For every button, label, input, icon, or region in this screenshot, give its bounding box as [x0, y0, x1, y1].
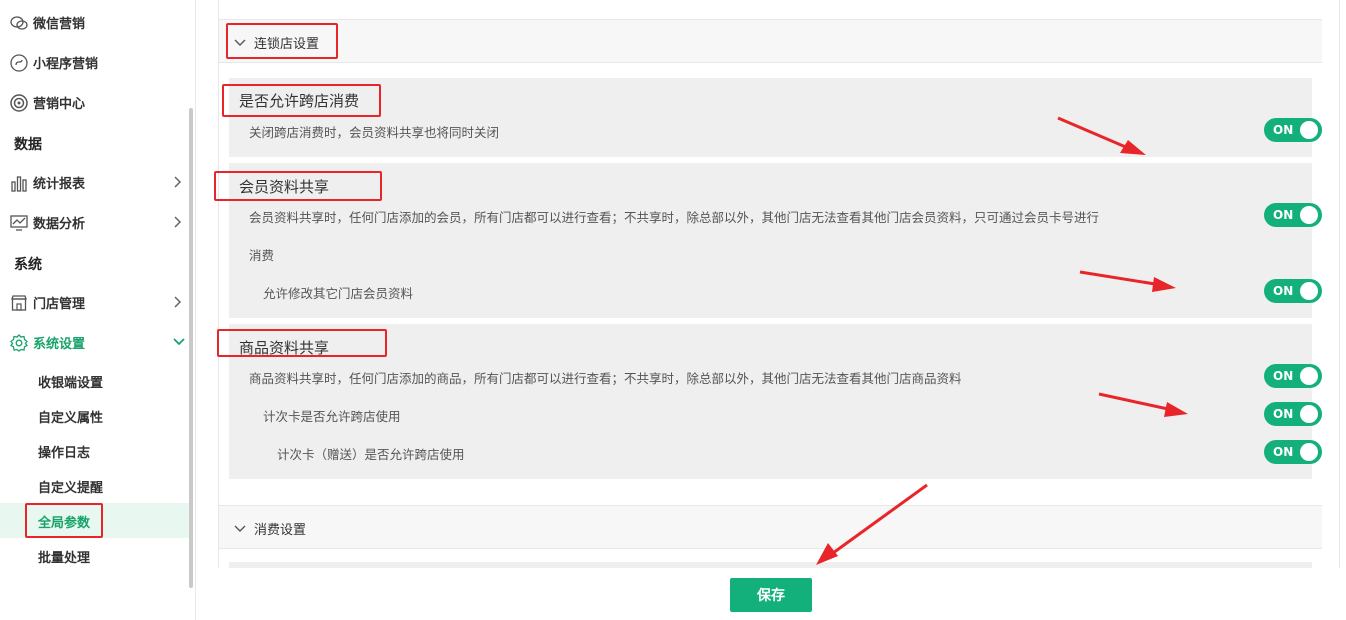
- sidebar-item-label: 微信营销: [33, 16, 86, 32]
- setting-description: 关闭跨店消费时，会员资料共享也将同时关闭: [249, 125, 500, 140]
- card-cross-store-consumption: 是否允许跨店消费 关闭跨店消费时，会员资料共享也将同时关闭 ON: [229, 78, 1322, 157]
- toggle-gift-punch-card-cross-store[interactable]: ON: [1264, 440, 1322, 464]
- chevron-down-icon: [233, 520, 247, 532]
- toggle-knob: [1300, 282, 1318, 300]
- sidebar-item-miniprogram-marketing[interactable]: 小程序营销: [0, 44, 190, 80]
- setting-description: 商品资料共享时，任何门店添加的商品，所有门店都可以进行查看；不共享时，除总部以外…: [249, 371, 962, 386]
- annotation-box-chain-settings: [226, 23, 338, 59]
- sidebar-item-label: 系统设置: [33, 336, 86, 352]
- toggle-label: ON: [1273, 407, 1294, 421]
- toggle-product-data-sharing[interactable]: ON: [1264, 364, 1322, 388]
- toggle-punch-card-cross-store[interactable]: ON: [1264, 402, 1322, 426]
- card-member-data-sharing: 会员资料共享 会员资料共享时，任何门店添加的会员，所有门店都可以进行查看；不共享…: [229, 163, 1322, 318]
- sidebar-item-stat-reports[interactable]: 统计报表: [0, 164, 190, 200]
- sidebar-group-data: 数据: [14, 137, 42, 153]
- section-header-consumption-settings[interactable]: 消费设置: [219, 505, 1322, 549]
- save-bar: 保存: [204, 568, 1346, 620]
- setting-label-modify-other-store-members: 允许修改其它门店会员资料: [263, 286, 414, 301]
- chevron-right-icon: [172, 295, 184, 309]
- line-chart-icon: [10, 214, 28, 232]
- sidebar-item-label: 数据分析: [33, 216, 86, 232]
- sidebar-item-wechat-marketing[interactable]: 微信营销: [0, 4, 190, 40]
- toggle-label: ON: [1273, 208, 1294, 222]
- toggle-knob: [1300, 443, 1318, 461]
- sidebar-item-store-management[interactable]: 门店管理: [0, 284, 190, 320]
- store-icon: [10, 294, 28, 312]
- card-product-data-sharing: 商品资料共享 商品资料共享时，任何门店添加的商品，所有门店都可以进行查看；不共享…: [229, 324, 1322, 479]
- section-header-chain-settings[interactable]: 连锁店设置: [219, 19, 1322, 63]
- target-icon: [10, 94, 28, 112]
- sidebar-subitem-batch-processing[interactable]: 批量处理: [38, 547, 90, 566]
- toggle-knob: [1300, 405, 1318, 423]
- sidebar-item-label: 营销中心: [33, 96, 86, 112]
- bar-chart-icon: [10, 174, 28, 192]
- annotation-box-member-share: [214, 171, 382, 201]
- sidebar-item-data-analysis[interactable]: 数据分析: [0, 204, 190, 240]
- sidebar-item-label: 小程序营销: [33, 56, 99, 72]
- chevron-right-icon: [172, 175, 184, 189]
- sidebar-item-marketing-center[interactable]: 营销中心: [0, 84, 190, 120]
- setting-label-gift-punch-card-cross-store: 计次卡（赠送）是否允许跨店使用: [277, 447, 465, 462]
- toggle-label: ON: [1273, 369, 1294, 383]
- toggle-knob: [1300, 121, 1318, 139]
- toggle-knob: [1300, 367, 1318, 385]
- sidebar-group-system: 系统: [14, 257, 42, 273]
- chevron-right-icon: [172, 215, 184, 229]
- toggle-knob: [1300, 206, 1318, 224]
- sidebar-item-label: 统计报表: [33, 176, 86, 192]
- toggle-label: ON: [1273, 123, 1294, 137]
- setting-label-punch-card-cross-store: 计次卡是否允许跨店使用: [263, 409, 401, 424]
- sidebar-subitem-custom-attributes[interactable]: 自定义属性: [38, 407, 103, 426]
- setting-description: 会员资料共享时，任何门店添加的会员，所有门店都可以进行查看；不共享时，除总部以外…: [249, 210, 1100, 225]
- sidebar-subitem-custom-reminder[interactable]: 自定义提醒: [38, 477, 103, 496]
- miniprogram-icon: [10, 54, 28, 72]
- annotation-box-global-params: [25, 503, 103, 538]
- toggle-cross-store-consumption[interactable]: ON: [1264, 118, 1322, 142]
- sidebar-item-label: 门店管理: [33, 296, 86, 312]
- setting-description-continued: 消费: [249, 248, 275, 263]
- sidebar-item-system-settings[interactable]: 系统设置: [0, 324, 190, 360]
- sidebar-scrollbar[interactable]: [189, 108, 193, 588]
- toggle-modify-other-store-members[interactable]: ON: [1264, 279, 1322, 303]
- annotation-box-cross-store: [222, 84, 381, 117]
- annotation-box-product-share: [217, 329, 387, 357]
- wechat-icon: [10, 14, 28, 32]
- toggle-label: ON: [1273, 445, 1294, 459]
- sidebar-subitem-cashier-settings[interactable]: 收银端设置: [38, 372, 103, 391]
- section-title: 消费设置: [254, 523, 307, 538]
- sidebar-subitem-operation-log[interactable]: 操作日志: [38, 442, 90, 461]
- save-button[interactable]: 保存: [730, 578, 812, 612]
- gear-icon: [10, 334, 28, 352]
- toggle-member-data-sharing[interactable]: ON: [1264, 203, 1322, 227]
- toggle-label: ON: [1273, 284, 1294, 298]
- chevron-down-icon: [172, 335, 185, 349]
